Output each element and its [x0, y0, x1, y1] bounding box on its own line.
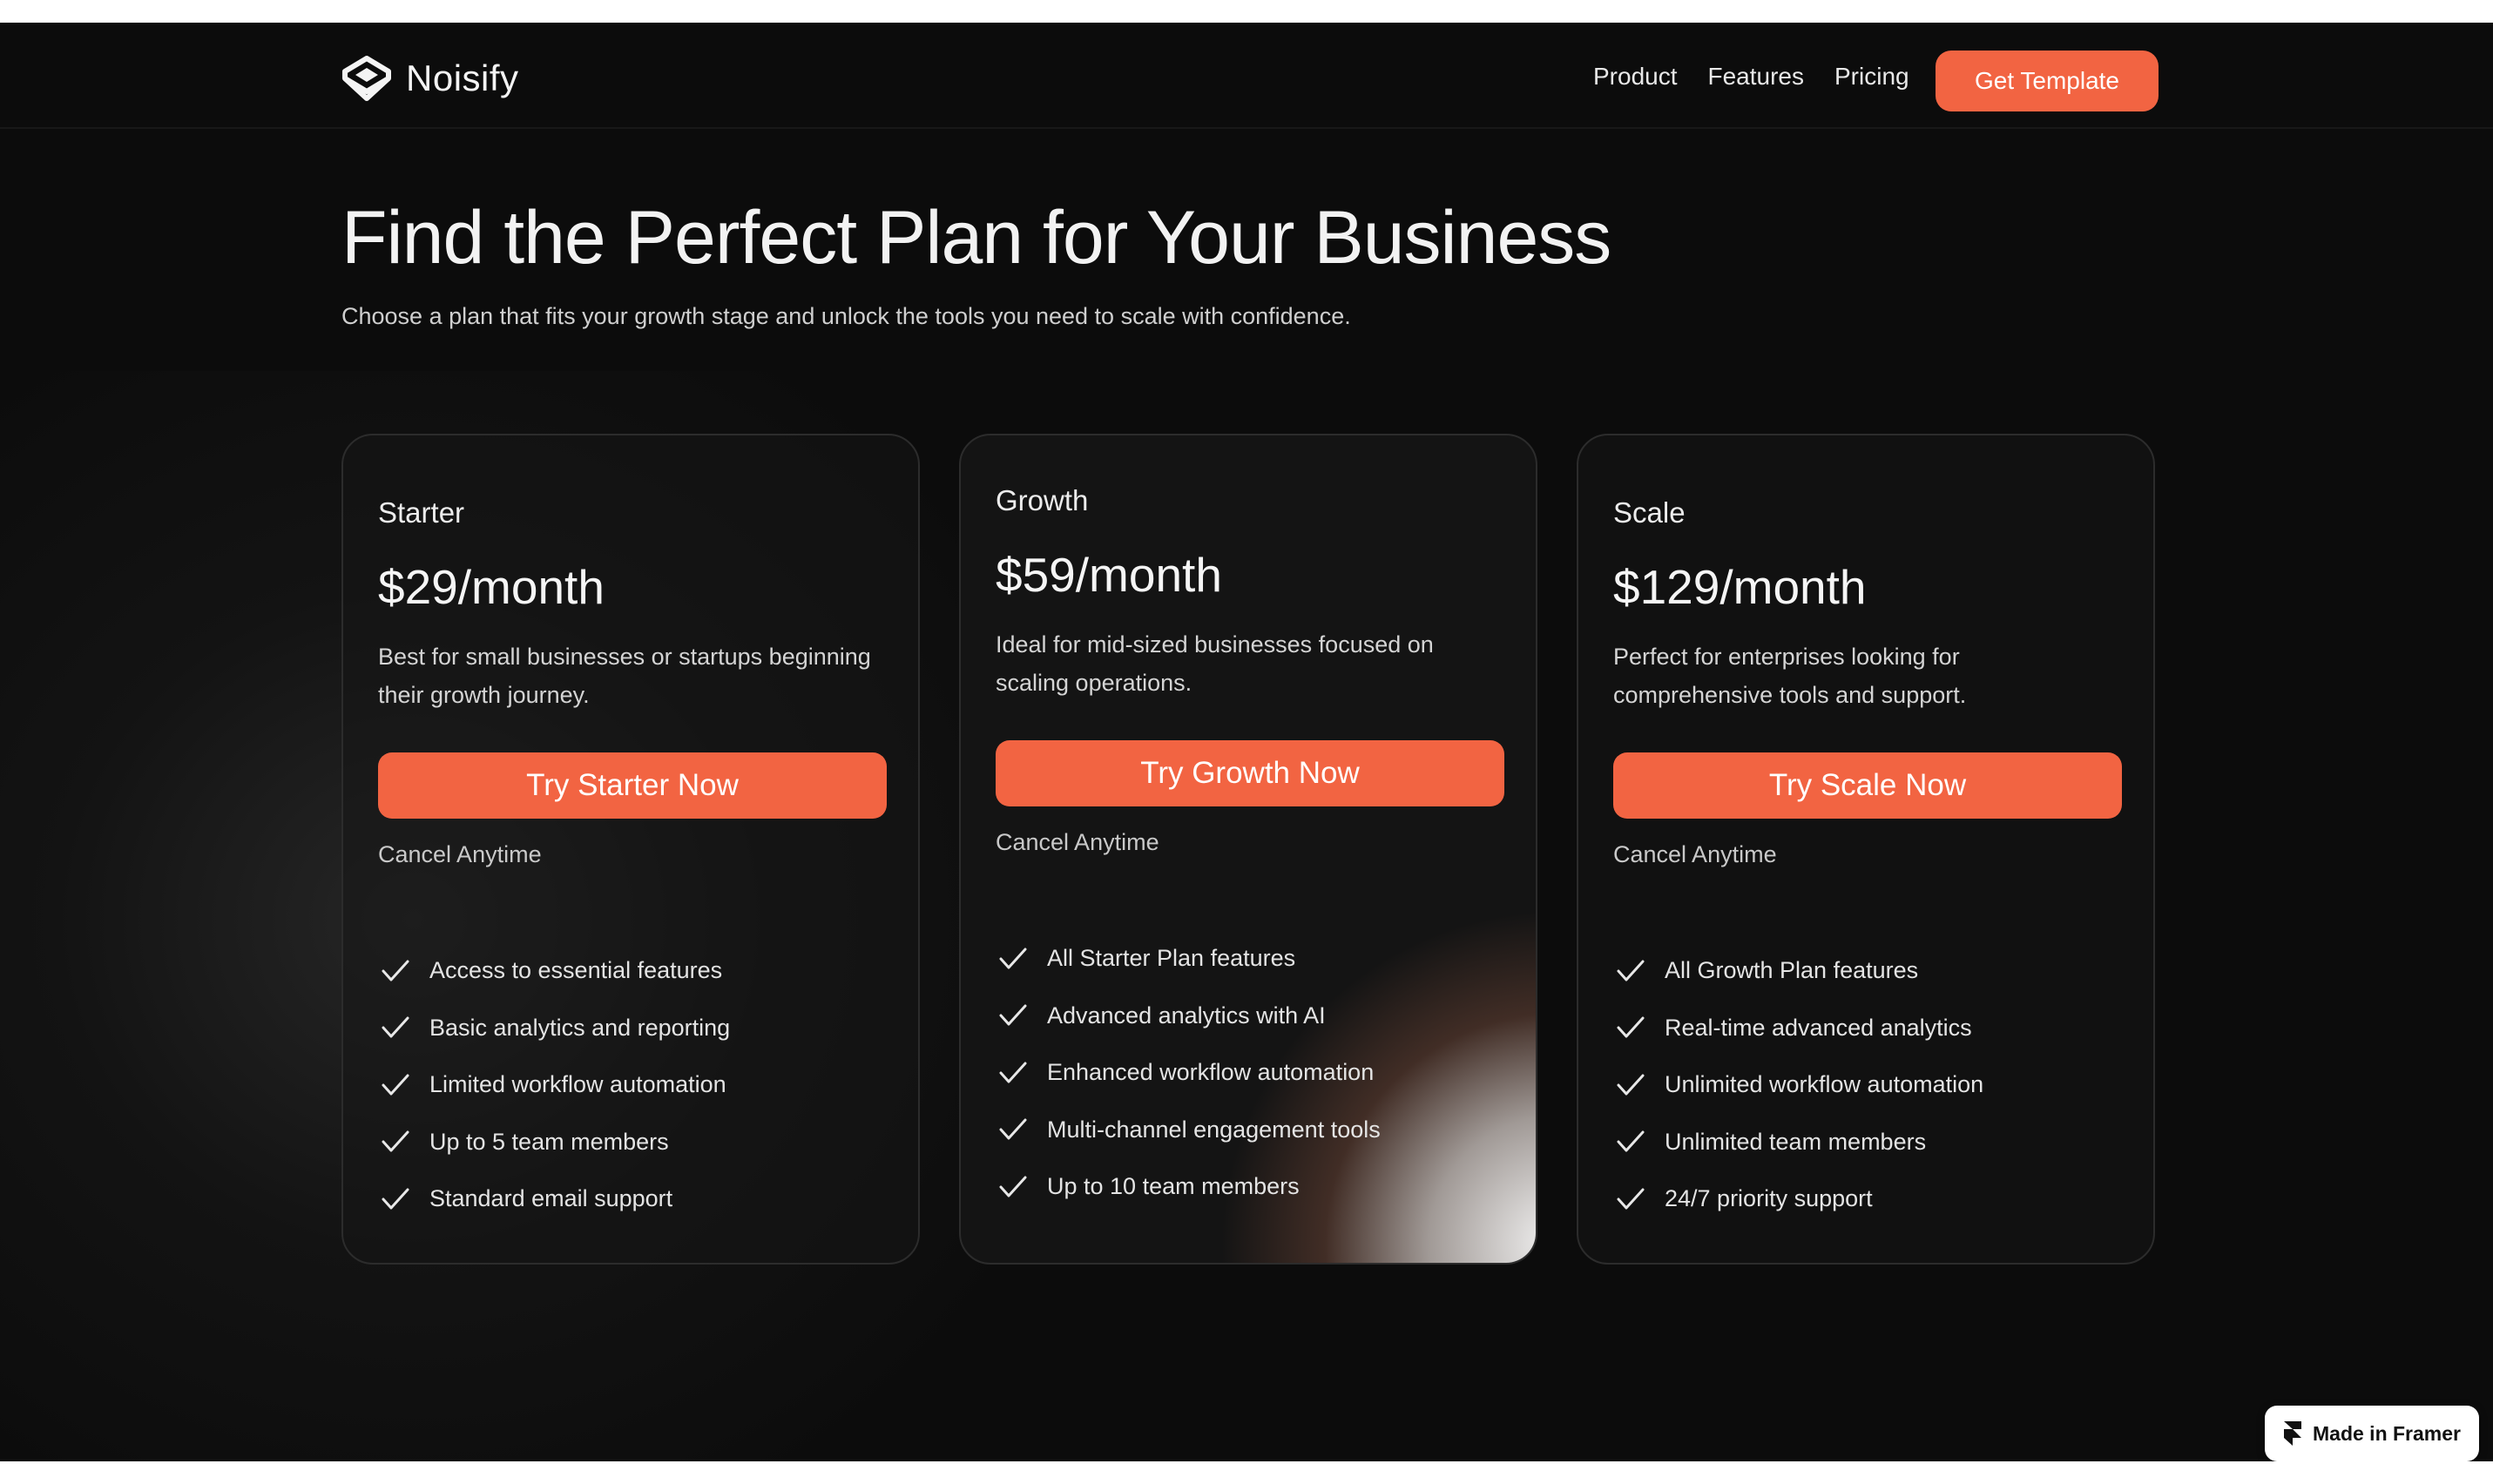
top-navigation: Noisify Product Features Pricing Get Tem… — [0, 23, 2493, 129]
brand-name: Noisify — [406, 57, 519, 98]
checkmark-icon — [996, 1171, 1030, 1203]
try-scale-button[interactable]: Try Scale Now — [1613, 752, 2122, 819]
cancel-anytime-note: Cancel Anytime — [996, 829, 1159, 855]
plan-price: $129/month — [1613, 560, 1867, 614]
feature-item: All Starter Plan features — [996, 930, 1501, 988]
feature-item: Real-time advanced analytics — [1613, 1000, 2118, 1057]
feature-item: Unlimited workflow automation — [1613, 1056, 2118, 1114]
feature-item: Enhanced workflow automation — [996, 1044, 1501, 1102]
feature-text: All Starter Plan features — [1047, 945, 1296, 972]
feature-text: 24/7 priority support — [1665, 1185, 1873, 1212]
checkmark-icon — [378, 955, 413, 987]
feature-item: Multi-channel engagement tools — [996, 1102, 1501, 1159]
pricing-page: Noisify Product Features Pricing Get Tem… — [0, 23, 2493, 1461]
feature-text: Real-time advanced analytics — [1665, 1014, 1972, 1041]
try-growth-button[interactable]: Try Growth Now — [996, 740, 1504, 806]
checkmark-icon — [1613, 1126, 1648, 1157]
feature-item: Up to 10 team members — [996, 1158, 1501, 1216]
plan-description: Ideal for mid-sized businesses focused o… — [996, 631, 1434, 696]
plan-card-starter: Starter $29/month Best for small busines… — [341, 434, 920, 1265]
checkmark-icon — [378, 1126, 413, 1157]
plan-price: $59/month — [996, 548, 1222, 602]
feature-item: Advanced analytics with AI — [996, 988, 1501, 1045]
feature-item: Unlimited team members — [1613, 1114, 2118, 1171]
feature-text: Up to 5 team members — [429, 1128, 669, 1155]
feature-text: Basic analytics and reporting — [429, 1014, 731, 1041]
feature-item: Standard email support — [378, 1170, 883, 1228]
checkmark-icon — [996, 1114, 1030, 1145]
cube-logo-icon — [342, 56, 391, 101]
feature-item: All Growth Plan features — [1613, 942, 2118, 1000]
feature-text: Access to essential features — [429, 957, 723, 984]
plan-name: Growth — [996, 484, 1089, 516]
feature-text: Advanced analytics with AI — [1047, 1002, 1326, 1029]
feature-text: Limited workflow automation — [429, 1071, 726, 1098]
checkmark-icon — [378, 1069, 413, 1101]
feature-text: All Growth Plan features — [1665, 957, 1919, 984]
badge-label: Made in Framer — [2313, 1421, 2461, 1445]
checkmark-icon — [378, 1012, 413, 1043]
feature-item: Access to essential features — [378, 942, 883, 1000]
page-subtitle: Choose a plan that fits your growth stag… — [341, 303, 1351, 329]
feature-list: All Starter Plan features Advanced analy… — [996, 930, 1501, 1216]
nav-link-pricing[interactable]: Pricing — [1834, 63, 1909, 91]
plan-description: Best for small businesses or startups be… — [378, 644, 871, 708]
checkmark-icon — [1613, 1012, 1648, 1043]
feature-text: Standard email support — [429, 1185, 673, 1212]
plan-card-growth: Growth $59/month Ideal for mid-sized bus… — [959, 434, 1537, 1265]
plan-card-scale: Scale $129/month Perfect for enterprises… — [1577, 434, 2155, 1265]
checkmark-icon — [378, 1184, 413, 1215]
plan-name: Starter — [378, 496, 465, 529]
checkmark-icon — [996, 943, 1030, 975]
checkmark-icon — [996, 1057, 1030, 1089]
get-template-button[interactable]: Get Template — [1936, 51, 2159, 111]
feature-list: Access to essential features Basic analy… — [378, 942, 883, 1228]
feature-text: Multi-channel engagement tools — [1047, 1116, 1381, 1143]
feature-list: All Growth Plan features Real-time advan… — [1613, 942, 2118, 1228]
nav-links: Product Features Pricing — [1593, 63, 1909, 91]
feature-text: Up to 10 team members — [1047, 1173, 1300, 1200]
nav-link-features[interactable]: Features — [1708, 63, 1805, 91]
checkmark-icon — [1613, 1184, 1648, 1215]
framer-icon — [2284, 1421, 2301, 1446]
feature-text: Unlimited team members — [1665, 1128, 1927, 1155]
feature-text: Enhanced workflow automation — [1047, 1059, 1375, 1086]
feature-text: Unlimited workflow automation — [1665, 1071, 1984, 1098]
try-starter-button[interactable]: Try Starter Now — [378, 752, 887, 819]
checkmark-icon — [996, 1000, 1030, 1031]
feature-item: Limited workflow automation — [378, 1056, 883, 1114]
checkmark-icon — [1613, 1069, 1648, 1101]
feature-item: 24/7 priority support — [1613, 1170, 2118, 1228]
plan-name: Scale — [1613, 496, 1686, 529]
feature-item: Up to 5 team members — [378, 1114, 883, 1171]
plan-price: $29/month — [378, 560, 605, 614]
brand-logo[interactable]: Noisify — [341, 56, 519, 101]
cancel-anytime-note: Cancel Anytime — [378, 841, 542, 867]
cancel-anytime-note: Cancel Anytime — [1613, 841, 1777, 867]
plan-description: Perfect for enterprises looking for comp… — [1613, 644, 1967, 708]
nav-link-product[interactable]: Product — [1593, 63, 1678, 91]
made-in-framer-badge[interactable]: Made in Framer — [2265, 1406, 2479, 1461]
checkmark-icon — [1613, 955, 1648, 987]
page-title: Find the Perfect Plan for Your Business — [341, 196, 1611, 280]
feature-item: Basic analytics and reporting — [378, 1000, 883, 1057]
